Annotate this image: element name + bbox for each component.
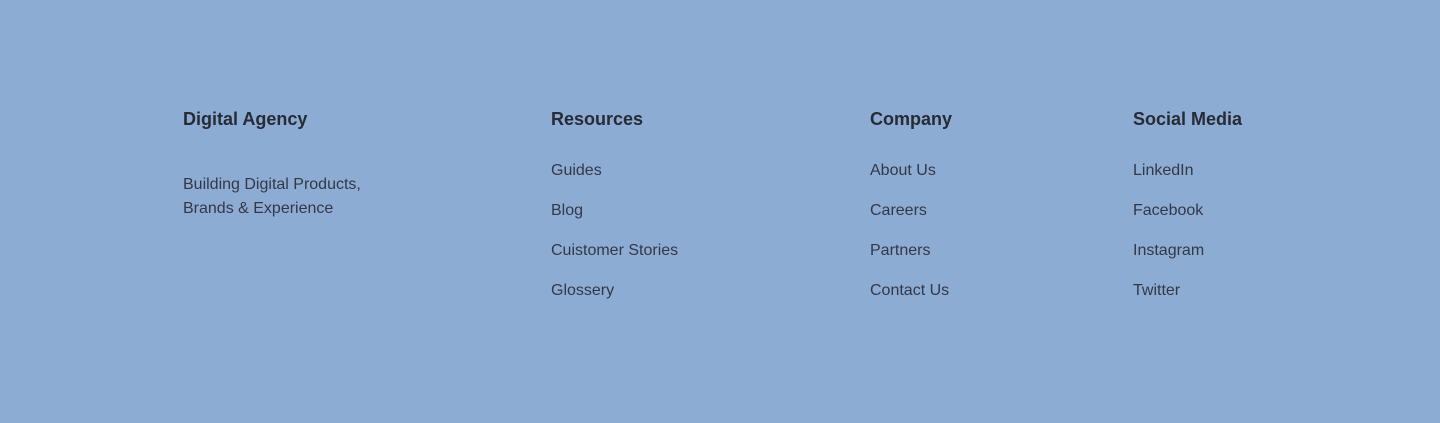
social-title: Social Media xyxy=(1133,109,1243,129)
company-title: Company xyxy=(870,109,953,129)
link-guides[interactable]: Guides xyxy=(551,162,602,179)
list-item: Partners xyxy=(870,241,952,281)
list-item: Instagram xyxy=(1133,241,1242,281)
link-careers[interactable]: Careers xyxy=(870,202,927,219)
resources-title: Resources xyxy=(551,109,644,129)
footer-resources-column: Resources Guides Blog Cuistomer Stories … xyxy=(551,107,678,321)
list-item: Careers xyxy=(870,201,952,241)
list-item: Contact Us xyxy=(870,281,952,321)
link-linkedin[interactable]: LinkedIn xyxy=(1133,162,1194,179)
footer-social-column: Social Media LinkedIn Facebook Instagram… xyxy=(1133,107,1242,321)
brand-tagline: Building Digital Products, Brands & Expe… xyxy=(183,173,403,221)
link-glossary[interactable]: Glossery xyxy=(551,282,614,299)
footer-brand-column: Digital Agency Building Digital Products… xyxy=(183,107,403,221)
list-item: LinkedIn xyxy=(1133,161,1242,201)
brand-title: Digital Agency xyxy=(183,109,308,129)
list-item: Glossery xyxy=(551,281,678,321)
list-item: Cuistomer Stories xyxy=(551,241,678,281)
company-links: About Us Careers Partners Contact Us xyxy=(870,161,952,321)
list-item: About Us xyxy=(870,161,952,201)
site-footer: Digital Agency Building Digital Products… xyxy=(0,0,1440,423)
resources-links: Guides Blog Cuistomer Stories Glossery xyxy=(551,161,678,321)
brand-tagline-line-1: Building Digital Products, xyxy=(183,176,361,193)
footer-company-column: Company About Us Careers Partners Contac… xyxy=(870,107,952,321)
link-blog[interactable]: Blog xyxy=(551,202,583,219)
link-customer-stories[interactable]: Cuistomer Stories xyxy=(551,242,678,259)
brand-tagline-line-2: Brands & Experience xyxy=(183,200,334,217)
list-item: Twitter xyxy=(1133,281,1242,321)
link-instagram[interactable]: Instagram xyxy=(1133,242,1204,259)
list-item: Blog xyxy=(551,201,678,241)
link-partners[interactable]: Partners xyxy=(870,242,930,259)
link-contact-us[interactable]: Contact Us xyxy=(870,282,949,299)
list-item: Facebook xyxy=(1133,201,1242,241)
list-item: Guides xyxy=(551,161,678,201)
link-facebook[interactable]: Facebook xyxy=(1133,202,1203,219)
link-twitter[interactable]: Twitter xyxy=(1133,282,1180,299)
link-about-us[interactable]: About Us xyxy=(870,162,936,179)
social-links: LinkedIn Facebook Instagram Twitter xyxy=(1133,161,1242,321)
